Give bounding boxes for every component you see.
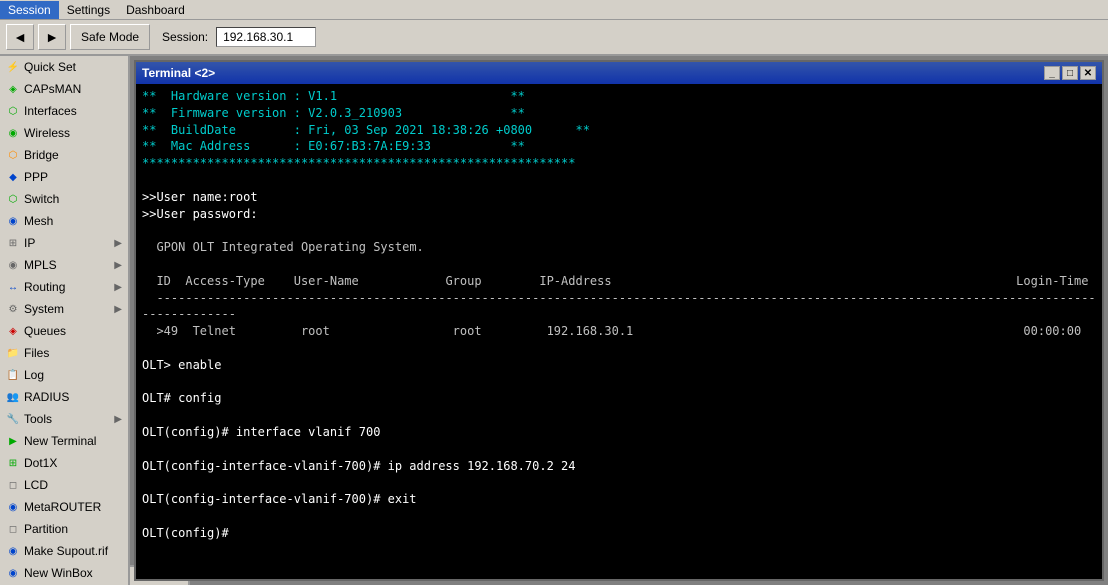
queues-icon: ◈	[6, 324, 20, 338]
new-terminal-label: New Terminal	[24, 434, 96, 448]
menu-settings[interactable]: Settings	[59, 1, 118, 19]
sidebar-item-capsman[interactable]: ◈ CAPsMAN	[0, 78, 128, 100]
sidebar-item-routing[interactable]: ↔ Routing ▶	[0, 276, 128, 298]
menu-dashboard[interactable]: Dashboard	[118, 1, 193, 19]
sidebar-item-log[interactable]: 📋 Log	[0, 364, 128, 386]
forward-button[interactable]: ►	[38, 24, 66, 50]
interfaces-icon: ⬡	[6, 104, 20, 118]
dot1x-label: Dot1X	[24, 456, 57, 470]
quick-set-label: Quick Set	[24, 60, 76, 74]
files-label: Files	[24, 346, 49, 360]
metarouter-icon: ◉	[6, 500, 20, 514]
lcd-label: LCD	[24, 478, 48, 492]
tools-label: Tools	[24, 412, 52, 426]
make-supout-label: Make Supout.rif	[24, 544, 108, 558]
sidebar-item-interfaces[interactable]: ⬡ Interfaces	[0, 100, 128, 122]
close-button[interactable]: ✕	[1080, 66, 1096, 80]
main-layout: ⚡ Quick Set ◈ CAPsMAN ⬡ Interfaces ◉ Wireless ⬡ B…	[0, 56, 1108, 585]
mesh-label: Mesh	[24, 214, 53, 228]
new-winbox-icon: ◉	[6, 566, 20, 580]
radius-icon: 👥	[6, 390, 20, 404]
capsman-icon: ◈	[6, 82, 20, 96]
sidebar-item-ip[interactable]: ⊞ IP ▶	[0, 232, 128, 254]
session-label: Session:	[162, 30, 208, 44]
window-controls: _ □ ✕	[1044, 66, 1096, 80]
content-area: WinBox Terminal <2> _ □ ✕ ** Hardware ve…	[130, 56, 1108, 585]
system-label: System	[24, 302, 64, 316]
routing-label: Routing	[24, 280, 65, 294]
sidebar-item-dot1x[interactable]: ⊞ Dot1X	[0, 452, 128, 474]
tools-arrow: ▶	[114, 414, 122, 425]
terminal-body[interactable]: ** Hardware version : V1.1 ** ** Firmwar…	[136, 84, 1102, 579]
back-button[interactable]: ◄	[6, 24, 34, 50]
mesh-icon: ◉	[6, 214, 20, 228]
log-label: Log	[24, 368, 44, 382]
routing-arrow: ▶	[114, 282, 122, 293]
safemode-button[interactable]: Safe Mode	[70, 24, 150, 50]
sidebar: ⚡ Quick Set ◈ CAPsMAN ⬡ Interfaces ◉ Wireless ⬡ B…	[0, 56, 130, 585]
sidebar-item-new-terminal[interactable]: ▶ New Terminal	[0, 430, 128, 452]
partition-icon: ◻	[6, 522, 20, 536]
terminal-window: Terminal <2> _ □ ✕ ** Hardware version :…	[134, 60, 1104, 581]
sidebar-item-quick-set[interactable]: ⚡ Quick Set	[0, 56, 128, 78]
ip-arrow: ▶	[114, 238, 122, 249]
bridge-label: Bridge	[24, 148, 59, 162]
mpls-arrow: ▶	[114, 260, 122, 271]
mpls-label: MPLS	[24, 258, 57, 272]
new-winbox-label: New WinBox	[24, 566, 93, 580]
sidebar-item-wireless[interactable]: ◉ Wireless	[0, 122, 128, 144]
make-supout-icon: ◉	[6, 544, 20, 558]
switch-icon: ⬡	[6, 192, 20, 206]
wireless-icon: ◉	[6, 126, 20, 140]
sidebar-item-switch[interactable]: ⬡ Switch	[0, 188, 128, 210]
sidebar-item-metarouter[interactable]: ◉ MetaROUTER	[0, 496, 128, 518]
queues-label: Queues	[24, 324, 66, 338]
terminal-title: Terminal <2>	[142, 66, 1044, 80]
sidebar-item-tools[interactable]: 🔧 Tools ▶	[0, 408, 128, 430]
bridge-icon: ⬡	[6, 148, 20, 162]
interfaces-label: Interfaces	[24, 104, 77, 118]
sidebar-item-ppp[interactable]: ◆ PPP	[0, 166, 128, 188]
sidebar-item-partition[interactable]: ◻ Partition	[0, 518, 128, 540]
menu-session[interactable]: Session	[0, 1, 59, 19]
toolbar: ◄ ► Safe Mode Session: 192.168.30.1	[0, 20, 1108, 56]
files-icon: 📁	[6, 346, 20, 360]
sidebar-item-lcd[interactable]: ◻ LCD	[0, 474, 128, 496]
sidebar-item-new-winbox[interactable]: ◉ New WinBox	[0, 562, 128, 584]
ip-label: IP	[24, 236, 35, 250]
sidebar-item-mesh[interactable]: ◉ Mesh	[0, 210, 128, 232]
mpls-icon: ◉	[6, 258, 20, 272]
lcd-icon: ◻	[6, 478, 20, 492]
metarouter-label: MetaROUTER	[24, 500, 101, 514]
sidebar-item-make-supout[interactable]: ◉ Make Supout.rif	[0, 540, 128, 562]
dot1x-icon: ⊞	[6, 456, 20, 470]
sidebar-item-system[interactable]: ⚙ System ▶	[0, 298, 128, 320]
quick-set-icon: ⚡	[6, 60, 20, 74]
terminal-titlebar: Terminal <2> _ □ ✕	[136, 62, 1102, 84]
sidebar-item-radius[interactable]: 👥 RADIUS	[0, 386, 128, 408]
system-arrow: ▶	[114, 304, 122, 315]
ip-icon: ⊞	[6, 236, 20, 250]
log-icon: 📋	[6, 368, 20, 382]
maximize-button[interactable]: □	[1062, 66, 1078, 80]
sidebar-item-bridge[interactable]: ⬡ Bridge	[0, 144, 128, 166]
tools-icon: 🔧	[6, 412, 20, 426]
session-value: 192.168.30.1	[216, 27, 316, 47]
switch-label: Switch	[24, 192, 59, 206]
radius-label: RADIUS	[24, 390, 69, 404]
partition-label: Partition	[24, 522, 68, 536]
new-terminal-icon: ▶	[6, 434, 20, 448]
minimize-button[interactable]: _	[1044, 66, 1060, 80]
sidebar-item-files[interactable]: 📁 Files	[0, 342, 128, 364]
routing-icon: ↔	[6, 280, 20, 294]
wireless-label: Wireless	[24, 126, 70, 140]
menubar: Session Settings Dashboard	[0, 0, 1108, 20]
system-icon: ⚙	[6, 302, 20, 316]
ppp-icon: ◆	[6, 170, 20, 184]
capsman-label: CAPsMAN	[24, 82, 81, 96]
ppp-label: PPP	[24, 170, 48, 184]
sidebar-item-mpls[interactable]: ◉ MPLS ▶	[0, 254, 128, 276]
sidebar-item-queues[interactable]: ◈ Queues	[0, 320, 128, 342]
